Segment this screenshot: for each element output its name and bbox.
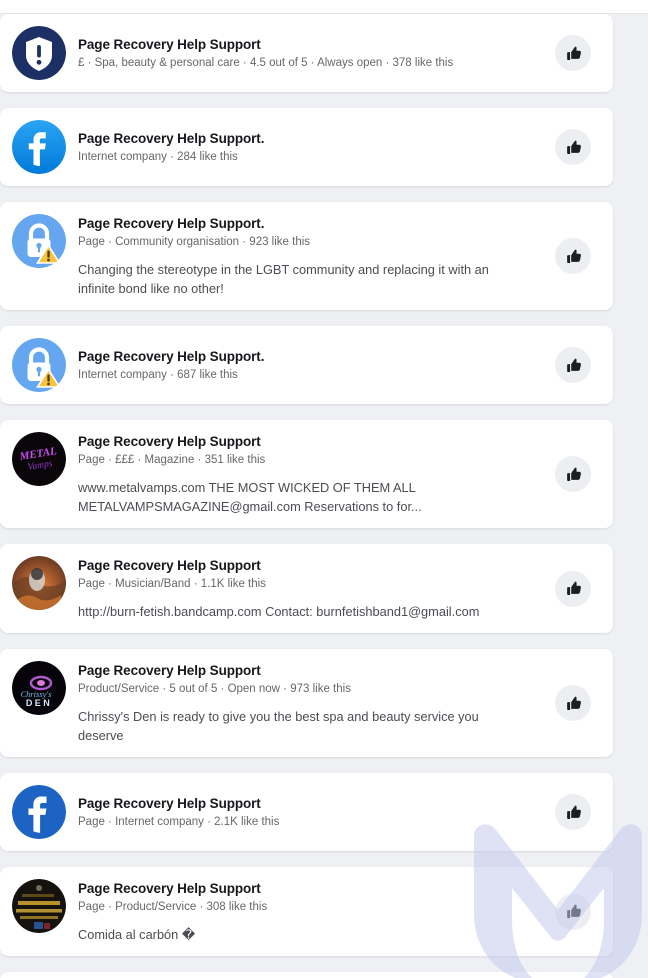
- facebook-logo-icon: [12, 785, 66, 839]
- lock-warning-icon: [12, 214, 66, 268]
- page-meta: Page · Internet company · 2.1K like this: [78, 816, 280, 828]
- page-result-card[interactable]: Page Recovery Help Support Page · Musicia…: [0, 544, 613, 633]
- video-icon[interactable]: [8, 0, 46, 10]
- page-result-body: Page Recovery Help Support £ · Spa, beaut…: [78, 35, 555, 71]
- thumbs-up-icon: [566, 904, 581, 918]
- page-meta: Internet company · 687 like this: [78, 369, 238, 381]
- pages-icon[interactable]: [370, 0, 408, 10]
- page-title[interactable]: Page Recovery Help Support: [78, 662, 547, 679]
- metal-vamps-avatar-image: METAL Vamps: [12, 432, 66, 486]
- avatar[interactable]: [12, 785, 66, 839]
- page-title[interactable]: Page Recovery Help Support: [78, 36, 547, 53]
- page-result-body: Page Recovery Help Support Page · Musicia…: [78, 556, 555, 621]
- thumbs-up-icon: [566, 581, 581, 595]
- page-meta: Page · £££ · Magazine · 351 like this: [78, 454, 266, 466]
- like-button[interactable]: [555, 129, 591, 165]
- page-description: Comida al carbón �: [78, 927, 195, 942]
- page-meta: Page · Musician/Band · 1.1K like this: [78, 578, 266, 590]
- thumbs-up-icon: [566, 358, 581, 372]
- like-button[interactable]: [555, 893, 591, 930]
- thumbs-up-icon: [566, 46, 581, 60]
- page-result-card[interactable]: METAL Vamps Page Recovery Help Support Pa…: [0, 420, 613, 528]
- avatar[interactable]: [12, 26, 66, 80]
- page-result-card[interactable]: Page Recovery Help Support Page · Interne…: [0, 773, 613, 851]
- page-title[interactable]: Page Recovery Help Support.: [78, 130, 547, 147]
- lock-warning-avatar-image: [12, 214, 66, 268]
- thumbs-up-icon: [566, 249, 581, 263]
- page-result-card[interactable]: Page Recovery Help Support. Page · Commun…: [0, 202, 613, 310]
- page-meta: Product/Service · 5 out of 5 · Open now …: [78, 683, 351, 695]
- thumbs-up-icon: [566, 805, 581, 819]
- page-description: http://burn-fetish.bandcamp.com Contact:…: [78, 604, 480, 619]
- page-title[interactable]: Page Recovery Help Support: [78, 880, 547, 897]
- page-meta: Page · Product/Service · 308 like this: [78, 901, 268, 913]
- lock-warning-avatar-image: [12, 338, 66, 392]
- like-button[interactable]: [555, 35, 591, 71]
- page-description: Changing the stereotype in the LGBT comm…: [78, 262, 489, 296]
- like-button[interactable]: [555, 456, 591, 492]
- avatar[interactable]: METAL Vamps: [12, 432, 66, 486]
- page-result-body: Page Recovery Help Support Product/Servic…: [78, 661, 555, 745]
- page-meta: Internet company · 284 like this: [78, 151, 238, 163]
- avatar[interactable]: Chrissy's DEN: [12, 661, 66, 715]
- search-results-list: Page Recovery Help Support £ · Spa, beaut…: [0, 14, 648, 978]
- avatar[interactable]: [12, 338, 66, 392]
- svg-text:DEN: DEN: [26, 698, 52, 708]
- chrissys-den-logo-icon: Chrissy's DEN: [12, 661, 66, 715]
- page-result-card[interactable]: Page Recovery Help Support: [0, 972, 613, 978]
- page-result-body: Page Recovery Help Support. Internet comp…: [78, 347, 555, 383]
- top-navigation-bar: [0, 0, 648, 14]
- page-result-card[interactable]: Page Recovery Help Support. Internet comp…: [0, 108, 613, 186]
- page-result-body: Page Recovery Help Support Page · Product…: [78, 879, 555, 944]
- facebook-light-blue-avatar-image: [12, 120, 66, 174]
- avatar[interactable]: [12, 879, 66, 933]
- night-photo-avatar-image: [12, 879, 66, 933]
- page-title[interactable]: Page Recovery Help Support: [78, 795, 547, 812]
- page-result-body: Page Recovery Help Support. Page · Commun…: [78, 214, 555, 298]
- shield-alert-navy-avatar-image: [12, 26, 66, 80]
- page-result-body: Page Recovery Help Support Page · Interne…: [78, 794, 555, 830]
- page-description: www.metalvamps.com THE MOST WICKED OF TH…: [78, 480, 422, 514]
- groups-icon[interactable]: [123, 0, 161, 10]
- avatar[interactable]: [12, 556, 66, 610]
- page-title[interactable]: Page Recovery Help Support: [78, 433, 547, 450]
- shield-alert-icon: [12, 26, 66, 80]
- page-result-card[interactable]: Page Recovery Help Support. Internet comp…: [0, 326, 613, 404]
- page-result-body: Page Recovery Help Support. Internet comp…: [78, 129, 555, 165]
- page-meta: Page · Community organisation · 923 like…: [78, 236, 311, 248]
- band-photo-avatar: [12, 556, 66, 610]
- like-button[interactable]: [555, 570, 591, 607]
- like-button[interactable]: [555, 347, 591, 383]
- night-photo-avatar: [12, 879, 66, 933]
- page-result-body: Page Recovery Help Support Page · £££ · M…: [78, 432, 555, 516]
- facebook-dark-blue-avatar-image: [12, 785, 66, 839]
- page-description: Chrissy's Den is ready to give you the b…: [78, 709, 479, 743]
- page-title[interactable]: Page Recovery Help Support.: [78, 348, 547, 365]
- thumbs-up-icon: [566, 696, 581, 710]
- page-title[interactable]: Page Recovery Help Support: [78, 557, 547, 574]
- page-title[interactable]: Page Recovery Help Support.: [78, 215, 547, 232]
- like-button[interactable]: [555, 794, 591, 830]
- like-button[interactable]: [555, 238, 591, 274]
- thumbs-up-icon: [566, 140, 581, 154]
- marketplace-icon[interactable]: [247, 0, 285, 10]
- page-result-card[interactable]: Chrissy's DEN Page Recovery Help Support…: [0, 649, 613, 757]
- page-result-card[interactable]: Page Recovery Help Support Page · Product…: [0, 867, 613, 956]
- metal-vamps-logo-icon: METAL Vamps: [12, 432, 66, 486]
- lock-warning-icon: [12, 338, 66, 392]
- page-result-card[interactable]: Page Recovery Help Support £ · Spa, beaut…: [0, 14, 613, 92]
- page-meta: £ · Spa, beauty & personal care · 4.5 ou…: [78, 57, 454, 69]
- avatar[interactable]: [12, 214, 66, 268]
- facebook-logo-icon: [12, 120, 66, 174]
- like-button[interactable]: [555, 685, 591, 721]
- chrissys-den-avatar-image: Chrissy's DEN: [12, 661, 66, 715]
- burn-fetish-photo-avatar-image: [12, 556, 66, 610]
- thumbs-up-icon: [566, 467, 581, 481]
- avatar[interactable]: [12, 120, 66, 174]
- facebook-page-search-results: Page Recovery Help Support £ · Spa, beaut…: [0, 0, 648, 978]
